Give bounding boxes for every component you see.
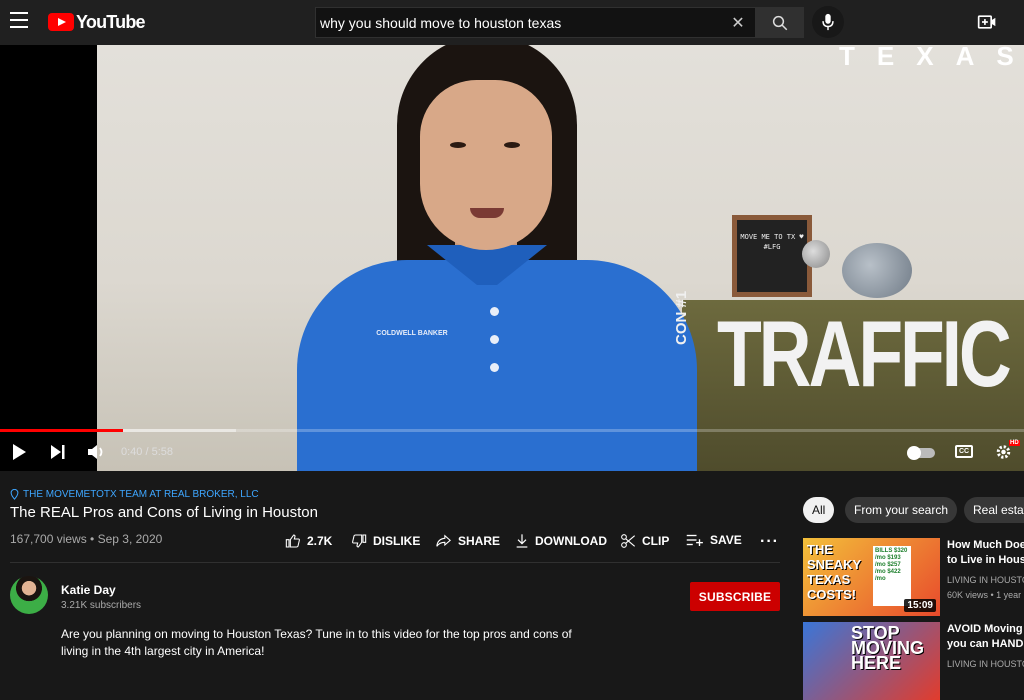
video-thumbnail[interactable]: THE SNEAKY TEXAS COSTS! BILLS $320 /mo $… [803,538,940,616]
thumbnail-bills: BILLS $320 /mo $193 /mo $257 /mo $422 /m… [873,546,911,606]
download-label: DOWNLOAD [535,534,607,548]
recommendation-item[interactable]: THE SNEAKY TEXAS COSTS! BILLS $320 /mo $… [803,538,1024,616]
video-description: Are you planning on moving to Houston Te… [61,627,572,658]
search-button[interactable] [756,7,804,38]
menu-icon[interactable] [10,12,28,28]
chip-all[interactable]: All [803,497,835,523]
globe [802,240,830,268]
save-label: SAVE [710,533,742,547]
mouth [470,208,504,218]
overlay-con-text: CON #1 [673,290,690,345]
search-input[interactable] [316,14,721,31]
video-player[interactable]: MOVE ME TO TX ♥ #LFG COLDWELL BANKER TEX… [0,45,1024,471]
recommendation-title-line: you can HANDLE [947,638,1024,650]
divider [10,562,780,563]
progress-played [0,429,123,432]
video-title: The REAL Pros and Cons of Living in Hous… [10,504,318,521]
location-pin-icon [10,489,19,500]
download-button[interactable]: DOWNLOAD [515,533,607,549]
shirt-button [490,307,499,316]
thumbs-up-icon [285,534,300,548]
recommendation-meta: 60K views • 1 year ago [947,590,1024,600]
thumbnail-text: STOP MOVING HERE [851,623,925,673]
letterboard-text: MOVE ME TO TX ♥ #LFG [737,220,807,292]
shirt-collar [427,245,547,305]
share-button[interactable]: SHARE [435,533,500,549]
captions-button[interactable]: CC [955,445,973,458]
hd-badge: HD [1009,440,1020,446]
piggy-bank [842,243,912,298]
share-icon [436,534,451,547]
channel-name[interactable]: Katie Day [61,583,116,597]
share-label: SHARE [458,534,501,548]
location-tag[interactable]: THE MOVEMETOTX TEAM AT REAL BROKER, LLC [10,489,259,500]
letterboard: MOVE ME TO TX ♥ #LFG [732,215,812,297]
clip-button[interactable]: CLIP [620,533,669,549]
video-duration: 15:09 [904,599,936,612]
close-icon[interactable]: ✕ [721,13,755,33]
clip-label: CLIP [642,534,670,548]
player-controls: 0:40 / 5:58 CC HD [0,435,1024,471]
avatar[interactable] [10,576,48,614]
shirt-button [490,335,499,344]
progress-bar[interactable] [0,429,1024,432]
recommendation-channel[interactable]: LIVING IN HOUSTON [947,659,1024,669]
top-bar: YouTube ✕ [0,0,1024,45]
autoplay-toggle[interactable] [907,446,935,460]
left-eye [450,142,466,148]
recommendation-title[interactable]: How Much Does It Cost to Live in Houston [947,538,1024,568]
chip-real-estate[interactable]: Real estate [964,497,1024,523]
next-icon[interactable] [50,443,66,461]
right-eye [504,142,520,148]
search-box: ✕ [315,7,756,38]
create-video-icon[interactable] [977,12,997,32]
voice-search-button[interactable] [812,6,844,38]
shirt-logo: COLDWELL BANKER [376,330,448,337]
shirt-button [490,363,499,372]
thumbnail-text: THE SNEAKY TEXAS COSTS! [807,542,861,602]
recommendation-title-line: How Much Does It Cost [947,539,1024,551]
youtube-logo[interactable]: YouTube [48,11,146,32]
recommendation-title-line: AVOID Moving to [947,623,1024,635]
video-thumbnail[interactable]: STOP MOVING HERE [803,622,940,700]
recommendation-title-line: to Live in Houston [947,554,1024,566]
logo-text: YouTube [76,11,146,32]
recommendation-item[interactable]: STOP MOVING HERE AVOID Moving to you can… [803,622,1024,700]
video-frame[interactable]: MOVE ME TO TX ♥ #LFG COLDWELL BANKER TEX… [97,45,1024,471]
add-to-playlist-icon [686,534,703,546]
play-icon[interactable] [11,443,27,461]
overlay-traffic-text: TRAFFIC [717,301,1012,406]
dislike-button[interactable]: DISLIKE [351,533,420,549]
search-icon [772,15,788,30]
like-button[interactable]: 2.7K [285,533,332,549]
download-icon [516,534,528,548]
thumbs-down-icon [352,534,367,548]
like-count: 2.7K [307,534,333,548]
chip-from-your-search[interactable]: From your search [845,497,958,523]
save-button[interactable]: SAVE [686,533,742,547]
presenter-face [420,80,552,250]
recommendation-title[interactable]: AVOID Moving to you can HANDLE [947,622,1024,652]
action-bar: 2.7K DISLIKE SHARE DOWNLOAD CLIP SAVE ··… [0,533,790,551]
scissors-icon [621,534,636,548]
subscriber-count: 3.21K subscribers [61,600,142,611]
autoplay-knob [907,446,921,460]
presenter [277,45,707,471]
dislike-label: DISLIKE [373,534,421,548]
more-icon[interactable]: ··· [760,533,779,551]
overlay-texas-text: TEXAS [839,45,1024,71]
microphone-icon [822,13,834,31]
youtube-logo-icon [48,13,74,31]
recommendation-channel[interactable]: LIVING IN HOUSTON [947,575,1024,585]
volume-icon[interactable] [87,443,107,461]
subscribe-button[interactable]: SUBSCRIBE [690,582,780,611]
time-display: 0:40 / 5:58 [121,446,173,458]
location-tag-text: THE MOVEMETOTX TEAM AT REAL BROKER, LLC [23,489,259,500]
